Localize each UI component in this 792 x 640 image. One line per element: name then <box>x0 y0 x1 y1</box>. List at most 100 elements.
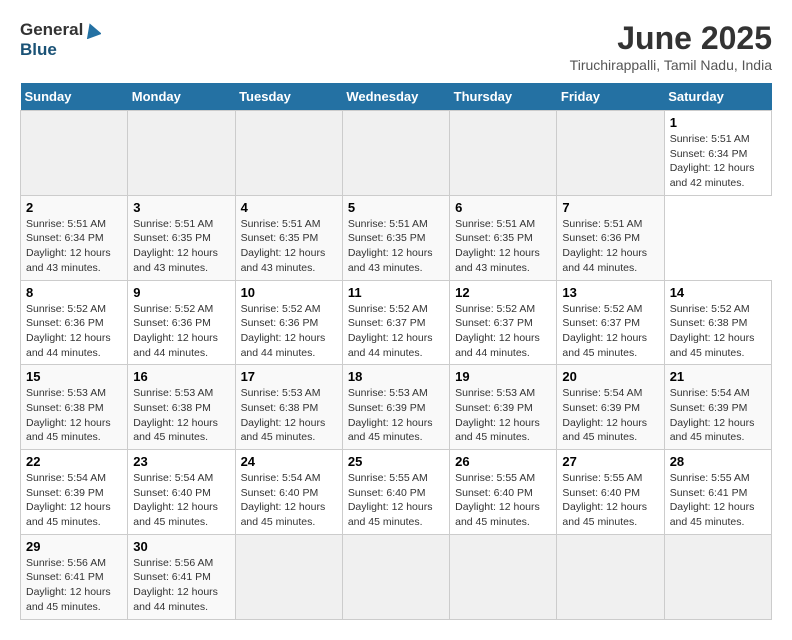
day-number: 4 <box>241 200 337 215</box>
table-row: 13Sunrise: 5:52 AM Sunset: 6:37 PM Dayli… <box>557 280 664 365</box>
col-friday: Friday <box>557 83 664 111</box>
day-info: Sunrise: 5:54 AM Sunset: 6:39 PM Dayligh… <box>562 386 658 445</box>
day-number: 14 <box>670 285 766 300</box>
table-row: 4 Sunrise: 5:51 AM Sunset: 6:35 PM Daylig… <box>235 195 342 280</box>
day-info: Sunrise: 5:55 AM Sunset: 6:40 PM Dayligh… <box>562 471 658 530</box>
day-number: 2 <box>26 200 122 215</box>
table-row: 5 Sunrise: 5:51 AM Sunset: 6:35 PM Daylig… <box>342 195 449 280</box>
day-number: 5 <box>348 200 444 215</box>
calendar-row-4: 15 Sunrise: 5:53 AM Sunset: 6:38 PM Dayli… <box>21 365 772 450</box>
day-info: Sunrise: 5:52 AM Sunset: 6:37 PM Dayligh… <box>455 302 551 361</box>
day-number: 10 <box>241 285 337 300</box>
table-row: 10 Sunrise: 5:52 AM Sunset: 6:36 PM Dayli… <box>235 280 342 365</box>
table-row: 28 Sunrise: 5:55 AM Sunset: 6:41 PM Dayli… <box>664 450 771 535</box>
table-row: 21Sunrise: 5:54 AM Sunset: 6:39 PM Dayli… <box>664 365 771 450</box>
day-info: Sunrise: 5:52 AM Sunset: 6:36 PM Dayligh… <box>26 302 122 361</box>
day-number: 8 <box>26 285 122 300</box>
table-row <box>342 111 449 196</box>
day-number: 20 <box>562 369 658 384</box>
day-number: 28 <box>670 454 766 469</box>
table-row: 23 Sunrise: 5:54 AM Sunset: 6:40 PM Dayli… <box>128 450 235 535</box>
day-number: 24 <box>241 454 337 469</box>
table-row: 27 Sunrise: 5:55 AM Sunset: 6:40 PM Dayli… <box>557 450 664 535</box>
table-row <box>664 534 771 619</box>
logo-general: General <box>20 20 83 40</box>
table-row: 25Sunrise: 5:55 AM Sunset: 6:40 PM Dayli… <box>342 450 449 535</box>
day-info: Sunrise: 5:54 AM Sunset: 6:40 PM Dayligh… <box>241 471 337 530</box>
logo-blue: Blue <box>20 40 57 60</box>
table-row <box>235 534 342 619</box>
day-number: 27 <box>562 454 658 469</box>
day-number: 3 <box>133 200 229 215</box>
day-number: 15 <box>26 369 122 384</box>
day-number: 1 <box>670 115 766 130</box>
logo-icon <box>83 21 101 39</box>
day-number: 18 <box>348 369 444 384</box>
table-row: 26 Sunrise: 5:55 AM Sunset: 6:40 PM Dayli… <box>450 450 557 535</box>
day-info: Sunrise: 5:52 AM Sunset: 6:37 PM Dayligh… <box>562 302 658 361</box>
table-row: 8 Sunrise: 5:52 AM Sunset: 6:36 PM Daylig… <box>21 280 128 365</box>
calendar-row-6: 29 Sunrise: 5:56 AM Sunset: 6:41 PM Dayli… <box>21 534 772 619</box>
day-info: Sunrise: 5:52 AM Sunset: 6:37 PM Dayligh… <box>348 302 444 361</box>
table-row <box>21 111 128 196</box>
day-info: Sunrise: 5:51 AM Sunset: 6:35 PM Dayligh… <box>455 217 551 276</box>
day-info: Sunrise: 5:54 AM Sunset: 6:40 PM Dayligh… <box>133 471 229 530</box>
table-row: 22Sunrise: 5:54 AM Sunset: 6:39 PM Dayli… <box>21 450 128 535</box>
header-row: Sunday Monday Tuesday Wednesday Thursday… <box>21 83 772 111</box>
table-row: 3 Sunrise: 5:51 AM Sunset: 6:35 PM Daylig… <box>128 195 235 280</box>
calendar-table: Sunday Monday Tuesday Wednesday Thursday… <box>20 83 772 620</box>
table-row: 29 Sunrise: 5:56 AM Sunset: 6:41 PM Dayli… <box>21 534 128 619</box>
day-info: Sunrise: 5:54 AM Sunset: 6:39 PM Dayligh… <box>670 386 766 445</box>
table-row: 15 Sunrise: 5:53 AM Sunset: 6:38 PM Dayli… <box>21 365 128 450</box>
day-info: Sunrise: 5:53 AM Sunset: 6:38 PM Dayligh… <box>241 386 337 445</box>
day-number: 19 <box>455 369 551 384</box>
month-title: June 2025 <box>570 20 772 57</box>
day-info: Sunrise: 5:55 AM Sunset: 6:40 PM Dayligh… <box>455 471 551 530</box>
col-saturday: Saturday <box>664 83 771 111</box>
day-info: Sunrise: 5:52 AM Sunset: 6:36 PM Dayligh… <box>241 302 337 361</box>
table-row: 18 Sunrise: 5:53 AM Sunset: 6:39 PM Dayli… <box>342 365 449 450</box>
day-number: 9 <box>133 285 229 300</box>
day-info: Sunrise: 5:55 AM Sunset: 6:40 PM Dayligh… <box>348 471 444 530</box>
table-row: 12 Sunrise: 5:52 AM Sunset: 6:37 PM Dayli… <box>450 280 557 365</box>
day-info: Sunrise: 5:51 AM Sunset: 6:34 PM Dayligh… <box>670 132 766 191</box>
table-row: 7Sunrise: 5:51 AM Sunset: 6:36 PM Daylig… <box>557 195 664 280</box>
table-row <box>557 534 664 619</box>
day-number: 16 <box>133 369 229 384</box>
col-monday: Monday <box>128 83 235 111</box>
table-row: 9 Sunrise: 5:52 AM Sunset: 6:36 PM Daylig… <box>128 280 235 365</box>
table-row: 2Sunrise: 5:51 AM Sunset: 6:34 PM Daylig… <box>21 195 128 280</box>
day-info: Sunrise: 5:56 AM Sunset: 6:41 PM Dayligh… <box>133 556 229 615</box>
day-number: 7 <box>562 200 658 215</box>
day-number: 12 <box>455 285 551 300</box>
table-row <box>235 111 342 196</box>
day-info: Sunrise: 5:53 AM Sunset: 6:38 PM Dayligh… <box>26 386 122 445</box>
day-number: 17 <box>241 369 337 384</box>
day-info: Sunrise: 5:53 AM Sunset: 6:39 PM Dayligh… <box>348 386 444 445</box>
table-row: 19 Sunrise: 5:53 AM Sunset: 6:39 PM Dayli… <box>450 365 557 450</box>
table-row: 24 Sunrise: 5:54 AM Sunset: 6:40 PM Dayli… <box>235 450 342 535</box>
table-row <box>342 534 449 619</box>
title-area: June 2025 Tiruchirappalli, Tamil Nadu, I… <box>570 20 772 73</box>
day-info: Sunrise: 5:56 AM Sunset: 6:41 PM Dayligh… <box>26 556 122 615</box>
table-row: 17 Sunrise: 5:53 AM Sunset: 6:38 PM Dayli… <box>235 365 342 450</box>
table-row <box>450 534 557 619</box>
day-info: Sunrise: 5:51 AM Sunset: 6:35 PM Dayligh… <box>133 217 229 276</box>
day-info: Sunrise: 5:53 AM Sunset: 6:39 PM Dayligh… <box>455 386 551 445</box>
table-row: 11Sunrise: 5:52 AM Sunset: 6:37 PM Dayli… <box>342 280 449 365</box>
day-info: Sunrise: 5:51 AM Sunset: 6:35 PM Dayligh… <box>348 217 444 276</box>
logo: General Blue <box>20 20 101 60</box>
day-number: 29 <box>26 539 122 554</box>
location: Tiruchirappalli, Tamil Nadu, India <box>570 57 772 73</box>
table-row <box>557 111 664 196</box>
col-wednesday: Wednesday <box>342 83 449 111</box>
calendar-row-1: 1 Sunrise: 5:51 AM Sunset: 6:34 PM Daylig… <box>21 111 772 196</box>
table-row: 20 Sunrise: 5:54 AM Sunset: 6:39 PM Dayli… <box>557 365 664 450</box>
day-info: Sunrise: 5:55 AM Sunset: 6:41 PM Dayligh… <box>670 471 766 530</box>
table-row <box>450 111 557 196</box>
day-info: Sunrise: 5:52 AM Sunset: 6:36 PM Dayligh… <box>133 302 229 361</box>
day-number: 26 <box>455 454 551 469</box>
day-info: Sunrise: 5:51 AM Sunset: 6:35 PM Dayligh… <box>241 217 337 276</box>
day-number: 23 <box>133 454 229 469</box>
table-row: 1 Sunrise: 5:51 AM Sunset: 6:34 PM Daylig… <box>664 111 771 196</box>
